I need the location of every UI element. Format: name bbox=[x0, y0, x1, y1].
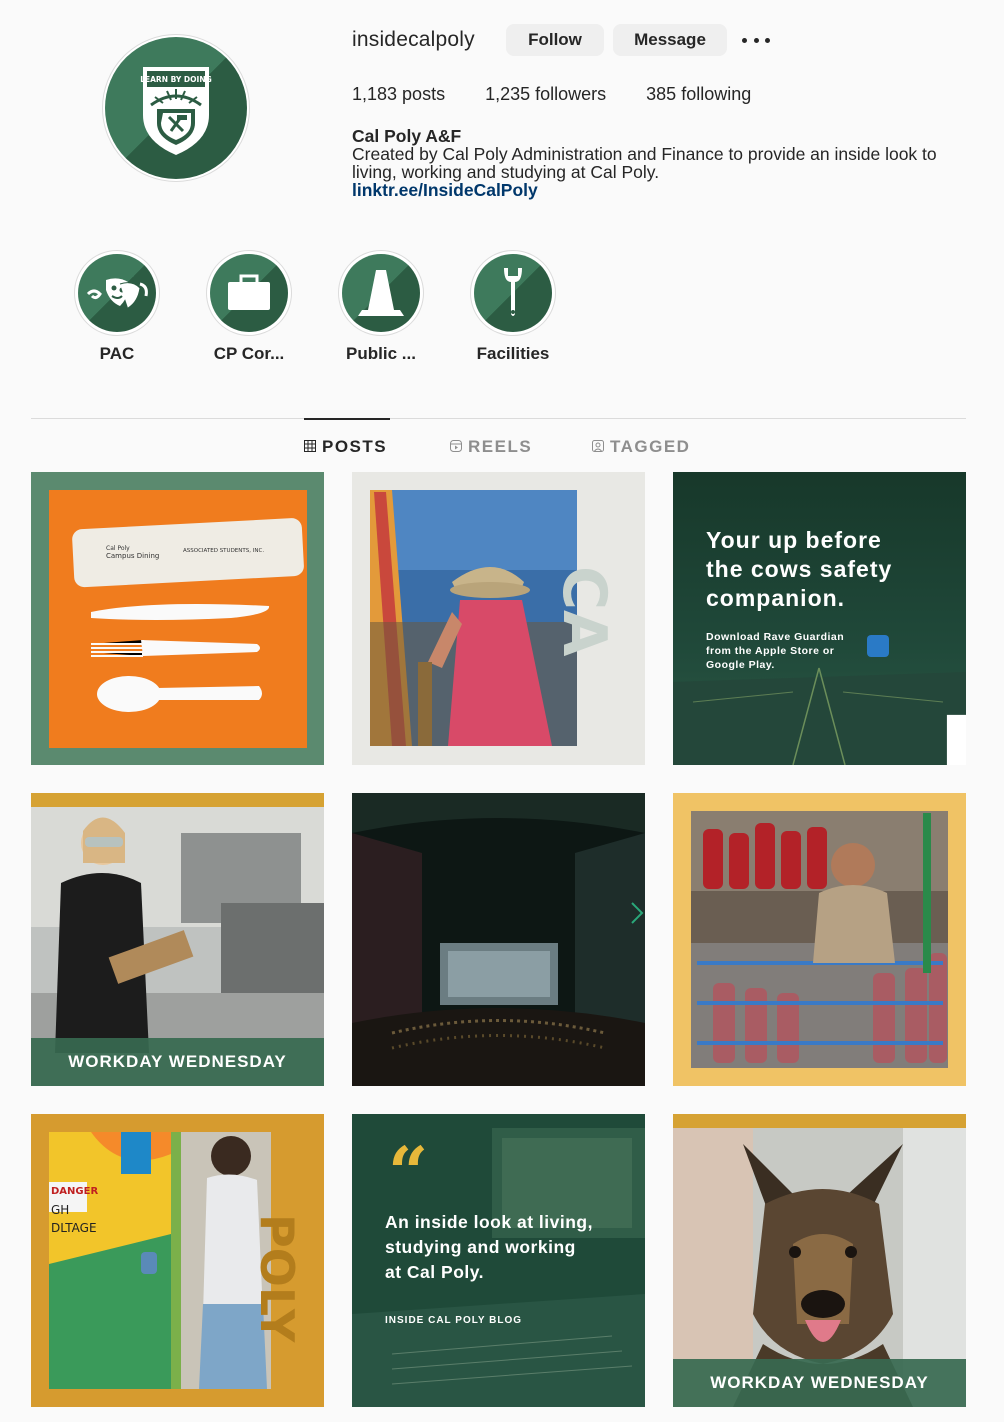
post-theater[interactable] bbox=[352, 793, 645, 1086]
highlight-cp-corporation[interactable]: CP Cor... bbox=[206, 250, 292, 364]
more-options-icon[interactable] bbox=[742, 30, 770, 50]
profile-username: insidecalpoly bbox=[352, 28, 475, 51]
tab-reels[interactable]: REELS bbox=[450, 436, 532, 458]
active-tab-indicator bbox=[304, 418, 390, 420]
logo-text: LEARN BY DOING bbox=[140, 75, 212, 84]
mural-painting-photo: DANGER GH DLTAGE POLY bbox=[31, 1114, 324, 1407]
gardener-photo: CA bbox=[352, 472, 645, 765]
blog-headline: An inside look at living, studying and w… bbox=[385, 1212, 593, 1282]
follow-button[interactable]: Follow bbox=[506, 24, 604, 56]
bio-link[interactable]: linktr.ee/InsideCalPoly bbox=[352, 181, 962, 199]
mural-sign-text: GH bbox=[51, 1203, 69, 1217]
quote-mark: “ bbox=[388, 1131, 429, 1214]
tab-posts[interactable]: POSTS bbox=[304, 436, 387, 458]
promo-subtext: Download Rave Guardian from the Apple St… bbox=[706, 631, 845, 671]
tab-tagged[interactable]: TAGGED bbox=[592, 436, 690, 458]
mural-sign-text: DANGER bbox=[51, 1186, 98, 1197]
followers-count[interactable]: 1,235 followers bbox=[485, 84, 606, 105]
tabs-divider bbox=[31, 418, 966, 419]
tagged-icon bbox=[592, 437, 604, 457]
highlight-label: PAC bbox=[99, 344, 135, 363]
posts-count[interactable]: 1,183 posts bbox=[352, 84, 445, 105]
blog-tag: INSIDE CAL POLY BLOG bbox=[385, 1315, 523, 1326]
bio-text: Created by Cal Poly Administration and F… bbox=[352, 144, 937, 182]
post-mural[interactable]: DANGER GH DLTAGE POLY bbox=[31, 1114, 324, 1407]
highlight-label: CP Cor... bbox=[213, 344, 285, 363]
following-count[interactable]: 385 following bbox=[646, 84, 751, 105]
tab-label: POSTS bbox=[322, 437, 388, 456]
cutlery-image: Cal Poly Campus Dining ASSOCIATED STUDEN… bbox=[31, 472, 324, 765]
side-letters: POLY bbox=[250, 1214, 304, 1343]
traffic-cone-icon bbox=[342, 254, 420, 332]
mural-sign-text: DLTAGE bbox=[51, 1221, 97, 1235]
highlight-facilities[interactable]: Facilities bbox=[470, 250, 556, 364]
post-gardener[interactable]: CA bbox=[352, 472, 645, 765]
post-rave-guardian[interactable]: Your up before the cows safety companion… bbox=[673, 472, 966, 765]
briefcase-icon bbox=[210, 254, 288, 332]
bag-text: Campus Dining bbox=[106, 552, 159, 560]
workday-wednesday-banner: WORKDAY WEDNESDAY bbox=[31, 1038, 324, 1086]
reels-icon bbox=[450, 437, 462, 457]
highlight-label: Public ... bbox=[346, 344, 416, 363]
post-blog[interactable]: “ An inside look at living, studying and… bbox=[352, 1114, 645, 1407]
post-workday-wednesday-1[interactable]: WORKDAY WEDNESDAY bbox=[31, 793, 324, 1086]
highlight-public-safety[interactable]: Public ... bbox=[338, 250, 424, 364]
wrench-icon bbox=[474, 254, 552, 332]
bag-text: Cal Poly bbox=[106, 545, 130, 552]
profile-avatar[interactable]: LEARN BY DOING bbox=[102, 34, 250, 182]
theater-photo bbox=[352, 793, 645, 1086]
profile-display-name: Cal Poly A&F bbox=[352, 126, 462, 146]
post-fire-extinguishers[interactable] bbox=[673, 793, 966, 1086]
profile-bio: Cal Poly A&F Created by Cal Poly Adminis… bbox=[352, 127, 962, 199]
grid-icon bbox=[304, 437, 316, 457]
promo-headline: Your up before the cows safety companion… bbox=[706, 527, 893, 611]
message-button[interactable]: Message bbox=[613, 24, 727, 56]
highlight-label: Facilities bbox=[476, 344, 550, 363]
profile-stats: 1,183 posts 1,235 followers 385 followin… bbox=[352, 84, 791, 105]
highlight-pac[interactable]: PAC bbox=[74, 250, 160, 364]
workday-wednesday-banner: WORKDAY WEDNESDAY bbox=[673, 1359, 966, 1407]
tab-label: TAGGED bbox=[610, 437, 691, 456]
post-workday-wednesday-2[interactable]: WORKDAY WEDNESDAY bbox=[673, 1114, 966, 1407]
rave-app-icon bbox=[867, 635, 966, 765]
theater-masks-icon bbox=[78, 254, 156, 332]
bag-text: ASSOCIATED STUDENTS, INC. bbox=[183, 548, 264, 554]
cal-poly-shield-logo: LEARN BY DOING bbox=[105, 37, 247, 179]
fire-extinguishers-photo bbox=[673, 793, 966, 1086]
side-letters: CA bbox=[549, 566, 619, 657]
tab-label: REELS bbox=[468, 437, 533, 456]
post-cutlery[interactable]: Cal Poly Campus Dining ASSOCIATED STUDEN… bbox=[31, 472, 324, 765]
